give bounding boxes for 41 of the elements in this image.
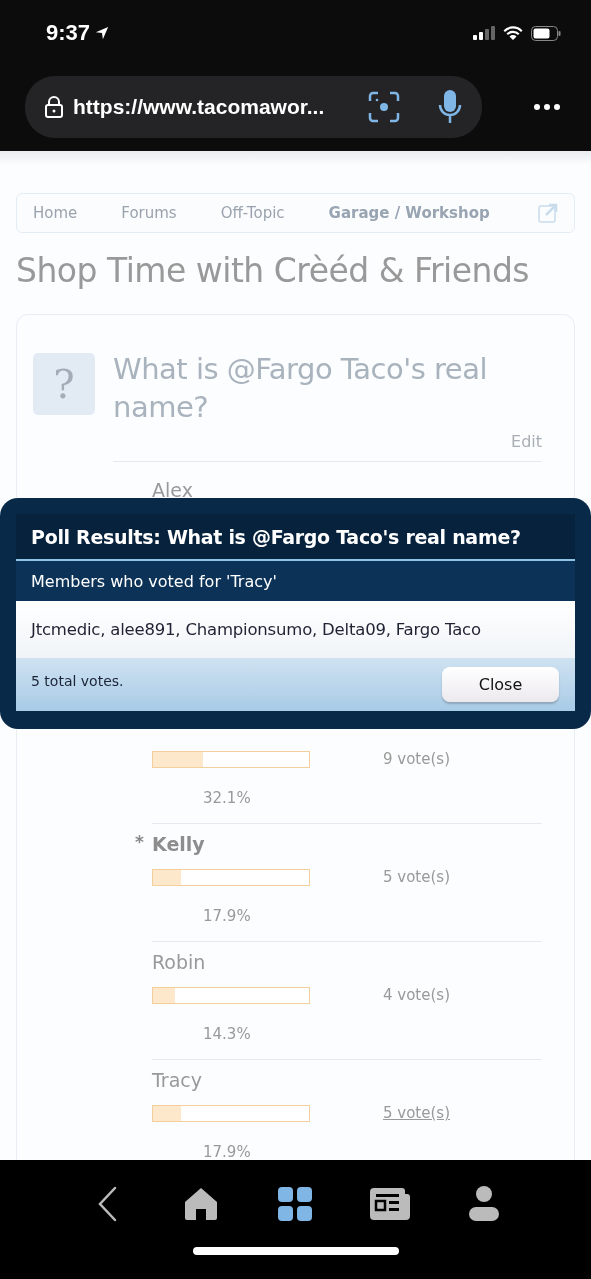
vote-count[interactable]: 5 vote(s) (383, 868, 450, 886)
wifi-icon (503, 26, 523, 40)
vote-percentage: 32.1% (202, 788, 252, 809)
option-name: Alex (152, 479, 193, 501)
breadcrumb-link[interactable]: Forums (121, 204, 177, 222)
dialog-title: Poll Results: What is @Fargo Taco's real name? (16, 514, 575, 561)
signal-icon (473, 26, 495, 40)
breadcrumb-link[interactable]: Garage / Workshop (328, 204, 490, 222)
thread-title: Shop Time with Crèéd & Friends (16, 251, 531, 290)
vote-percentage: 17.9% (202, 1142, 252, 1160)
dialog-subtitle: Members who voted for 'Tracy' (16, 561, 575, 601)
back-icon[interactable] (97, 1186, 118, 1222)
newspaper-icon[interactable] (369, 1188, 410, 1220)
vote-count[interactable]: 5 vote(s) (383, 1104, 450, 1122)
scan-icon[interactable] (368, 91, 400, 123)
battery-icon (531, 25, 561, 41)
poll-question: What is @Fargo Taco's real name? (113, 351, 488, 426)
option-name: Robin (152, 951, 206, 973)
address-bar[interactable]: https://www.tacomawor... (25, 76, 482, 138)
home-icon[interactable] (184, 1187, 219, 1221)
grid-icon[interactable] (278, 1187, 313, 1221)
microphone-icon[interactable] (438, 90, 462, 124)
close-button[interactable]: Close (442, 667, 559, 702)
lock-icon (45, 96, 63, 118)
option-name: Tracy (152, 1069, 202, 1091)
breadcrumb-link[interactable]: Home (33, 204, 78, 222)
vote-percentage: 14.3% (202, 1024, 252, 1045)
vote-count[interactable]: 9 vote(s) (383, 750, 450, 768)
location-arrow-icon (95, 26, 110, 40)
member-list: Jtcmedic, alee891, Championsumo, Delta09, Fargo Taco (16, 601, 575, 658)
clock-time: 9:37 (46, 20, 91, 46)
option-name: Kelly (152, 833, 205, 855)
vote-percentage: 17.9% (202, 906, 252, 927)
edit-link[interactable]: Edit (511, 432, 542, 451)
breadcrumb-link[interactable]: Off-Topic (220, 204, 285, 222)
total-votes: 5 total votes. (31, 672, 124, 689)
more-icon[interactable] (533, 103, 561, 111)
question-icon: ? (33, 353, 95, 415)
vote-count[interactable]: 4 vote(s) (383, 986, 450, 1004)
voted-marker: * (135, 832, 144, 852)
person-icon[interactable] (468, 1186, 499, 1222)
